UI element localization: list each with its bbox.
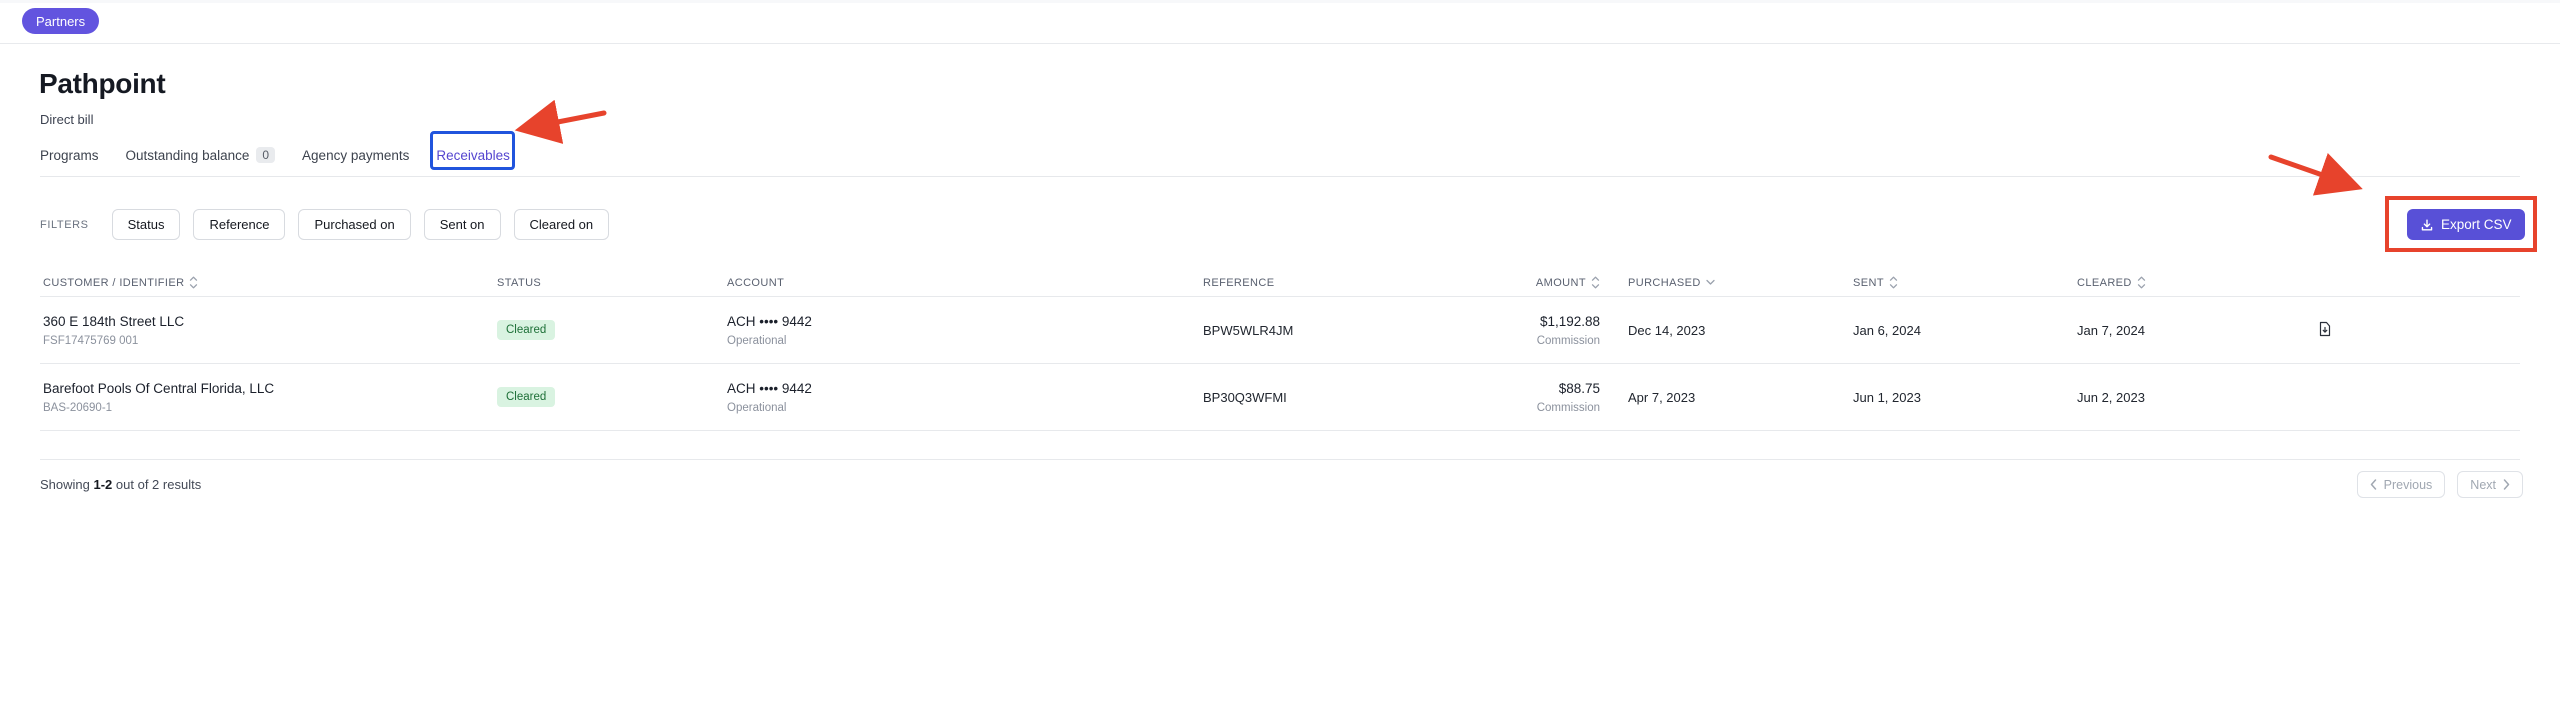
- annotation-arrow-to-export-button: [2268, 153, 2363, 196]
- tab-agency-payments[interactable]: Agency payments: [302, 148, 409, 163]
- outstanding-balance-count-badge: 0: [256, 147, 276, 163]
- partners-badge[interactable]: Partners: [22, 8, 100, 34]
- document-download-icon: [2318, 321, 2332, 337]
- tabs-divider: [40, 176, 2520, 177]
- page-title: Pathpoint: [39, 68, 166, 99]
- chevron-left-icon: [2370, 479, 2377, 490]
- column-header-sent[interactable]: SENT: [1853, 276, 2077, 289]
- sent-date: Jun 1, 2023: [1853, 389, 1921, 405]
- column-header-account-label: ACCOUNT: [727, 276, 785, 289]
- filter-reference-button[interactable]: Reference: [193, 209, 286, 240]
- customer-name: Barefoot Pools Of Central Florida, LLC: [43, 380, 275, 396]
- column-header-status[interactable]: STATUS: [497, 277, 727, 289]
- sort-up-down-icon: [1591, 276, 1600, 289]
- results-range: 1-2: [93, 477, 113, 492]
- sort-up-down-icon: [1889, 276, 1898, 289]
- column-header-cleared-label: CLEARED: [2077, 276, 2132, 289]
- status-badge: Cleared: [497, 387, 556, 407]
- previous-page-label: Previous: [2383, 477, 2433, 492]
- column-header-account[interactable]: ACCOUNT: [727, 277, 1203, 289]
- document-download-button[interactable]: [2318, 321, 2332, 337]
- account-number: ACH •••• 9442: [727, 313, 812, 329]
- column-header-cleared[interactable]: CLEARED: [2077, 276, 2300, 289]
- column-header-reference[interactable]: REFERENCE: [1203, 277, 1453, 289]
- results-summary-prefix: Showing: [40, 477, 90, 492]
- tab-programs[interactable]: Programs: [40, 148, 99, 163]
- customer-identifier: BAS-20690-1: [43, 401, 113, 414]
- column-header-purchased-label: PURCHASED: [1628, 276, 1701, 289]
- receivables-page: { "topbar": { "badge": "Partners" }, "he…: [0, 0, 2560, 717]
- column-header-customer-label: CUSTOMER / IDENTIFIER: [43, 276, 185, 289]
- amount-type: Commission: [1536, 334, 1600, 347]
- filter-sent-on-button[interactable]: Sent on: [423, 209, 501, 240]
- sort-up-down-icon: [189, 276, 198, 289]
- topbar-divider: [0, 43, 2560, 44]
- download-icon: [2420, 218, 2434, 232]
- next-page-button[interactable]: Next: [2457, 471, 2523, 498]
- receivables-table: CUSTOMER / IDENTIFIER STATUS ACCOUNT REF…: [40, 269, 2520, 431]
- amount-value: $88.75: [1558, 380, 1600, 396]
- filter-purchased-on-button[interactable]: Purchased on: [298, 209, 411, 240]
- amount-value: $1,192.88: [1539, 313, 1600, 329]
- column-header-status-label: STATUS: [497, 276, 542, 289]
- table-header-row: CUSTOMER / IDENTIFIER STATUS ACCOUNT REF…: [40, 269, 2520, 297]
- table-row[interactable]: 360 E 184th Street LLC FSF17475769 001 C…: [40, 297, 2520, 364]
- previous-page-button[interactable]: Previous: [2356, 471, 2446, 498]
- results-summary-suffix: out of 2 results: [115, 477, 202, 492]
- annotation-arrow-to-receivables-tab: [514, 99, 607, 144]
- filters-label: FILTERS: [40, 218, 89, 231]
- chevron-right-icon: [2503, 479, 2510, 490]
- export-csv-button[interactable]: Export CSV: [2407, 209, 2525, 240]
- status-badge: Cleared: [497, 320, 556, 340]
- filter-cleared-on-button[interactable]: Cleared on: [513, 209, 610, 240]
- window-top-strip: [0, 0, 2560, 3]
- purchased-date: Apr 7, 2023: [1628, 389, 1696, 405]
- table-row[interactable]: Barefoot Pools Of Central Florida, LLC B…: [40, 364, 2520, 431]
- tab-outstanding-balance[interactable]: Outstanding balance 0: [126, 147, 276, 163]
- footer-divider: [40, 459, 2520, 460]
- column-header-reference-label: REFERENCE: [1203, 276, 1275, 289]
- results-summary: Showing 1-2 out of 2 results: [40, 477, 201, 492]
- sent-date: Jan 6, 2024: [1853, 322, 1921, 338]
- column-header-amount[interactable]: AMOUNT: [1453, 276, 1628, 289]
- column-header-customer[interactable]: CUSTOMER / IDENTIFIER: [40, 276, 497, 289]
- column-header-amount-label: AMOUNT: [1535, 276, 1586, 289]
- page-subtitle: Direct bill: [40, 112, 94, 127]
- amount-type: Commission: [1536, 401, 1600, 414]
- chevron-down-icon: [1706, 279, 1715, 286]
- customer-name: 360 E 184th Street LLC: [43, 313, 185, 329]
- export-csv-label: Export CSV: [2441, 217, 2512, 232]
- sort-up-down-icon: [2137, 276, 2146, 289]
- cleared-date: Jun 2, 2023: [2077, 389, 2145, 405]
- filters-toolbar: FILTERS Status Reference Purchased on Se…: [40, 209, 610, 240]
- filter-status-button[interactable]: Status: [111, 209, 181, 240]
- purchased-date: Dec 14, 2023: [1628, 322, 1706, 338]
- next-page-label: Next: [2470, 477, 2496, 492]
- tab-bar: Programs Outstanding balance 0 Agency pa…: [40, 130, 515, 170]
- reference-value: BPW5WLR4JM: [1203, 322, 1294, 338]
- tab-receivables[interactable]: Receivables: [430, 130, 515, 170]
- tab-receivables-label: Receivables: [436, 147, 510, 163]
- customer-identifier: FSF17475769 001: [43, 334, 139, 347]
- column-header-purchased[interactable]: PURCHASED: [1628, 277, 1853, 289]
- reference-value: BP30Q3WFMI: [1203, 389, 1287, 405]
- column-header-sent-label: SENT: [1853, 276, 1884, 289]
- account-number: ACH •••• 9442: [727, 380, 812, 396]
- cleared-date: Jan 7, 2024: [2077, 322, 2145, 338]
- pagination: Previous Next: [2356, 471, 2523, 498]
- tab-outstanding-balance-label: Outstanding balance: [125, 147, 250, 163]
- filter-button-group: Status Reference Purchased on Sent on Cl…: [111, 209, 610, 240]
- account-type: Operational: [727, 334, 787, 347]
- account-type: Operational: [727, 401, 787, 414]
